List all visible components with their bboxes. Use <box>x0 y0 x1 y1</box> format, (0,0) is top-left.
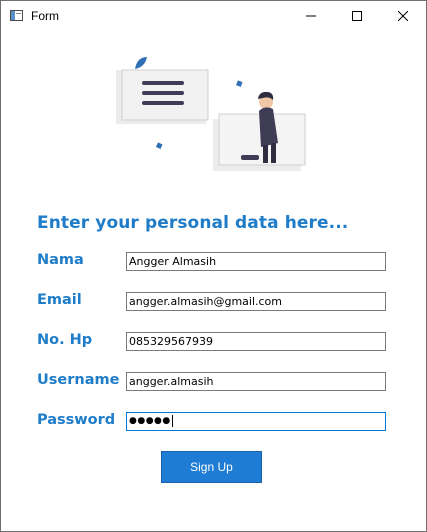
nama-input[interactable]: Angger Almasih <box>126 252 386 271</box>
sign-up-button[interactable]: Sign Up <box>161 451 262 483</box>
minimize-icon <box>306 15 316 17</box>
title-bar[interactable]: Form <box>1 1 426 31</box>
close-icon <box>398 11 408 21</box>
header-illustration <box>116 57 306 171</box>
username-label: Username <box>37 372 120 388</box>
email-input[interactable]: angger.almasih@gmail.com <box>126 292 386 311</box>
window-title: Form <box>31 9 59 23</box>
no-hp-input[interactable]: 085329567939 <box>126 332 386 351</box>
email-label: Email <box>37 292 82 308</box>
form-heading: Enter your personal data here... <box>37 213 349 233</box>
form-window: Form Enter your personal data here... Na… <box>0 0 427 532</box>
no-hp-label: No. Hp <box>37 332 93 348</box>
password-input[interactable]: ●●●●● <box>126 412 386 431</box>
password-label: Password <box>37 412 116 428</box>
maximize-icon <box>352 11 362 21</box>
close-button[interactable] <box>380 1 426 31</box>
username-input[interactable]: angger.almasih <box>126 372 386 391</box>
password-mask: ●●●●● <box>129 416 171 426</box>
text-caret <box>171 414 173 427</box>
form-app-icon <box>10 10 23 21</box>
nama-label: Nama <box>37 252 84 268</box>
minimize-button[interactable] <box>288 1 334 31</box>
maximize-button[interactable] <box>334 1 380 31</box>
